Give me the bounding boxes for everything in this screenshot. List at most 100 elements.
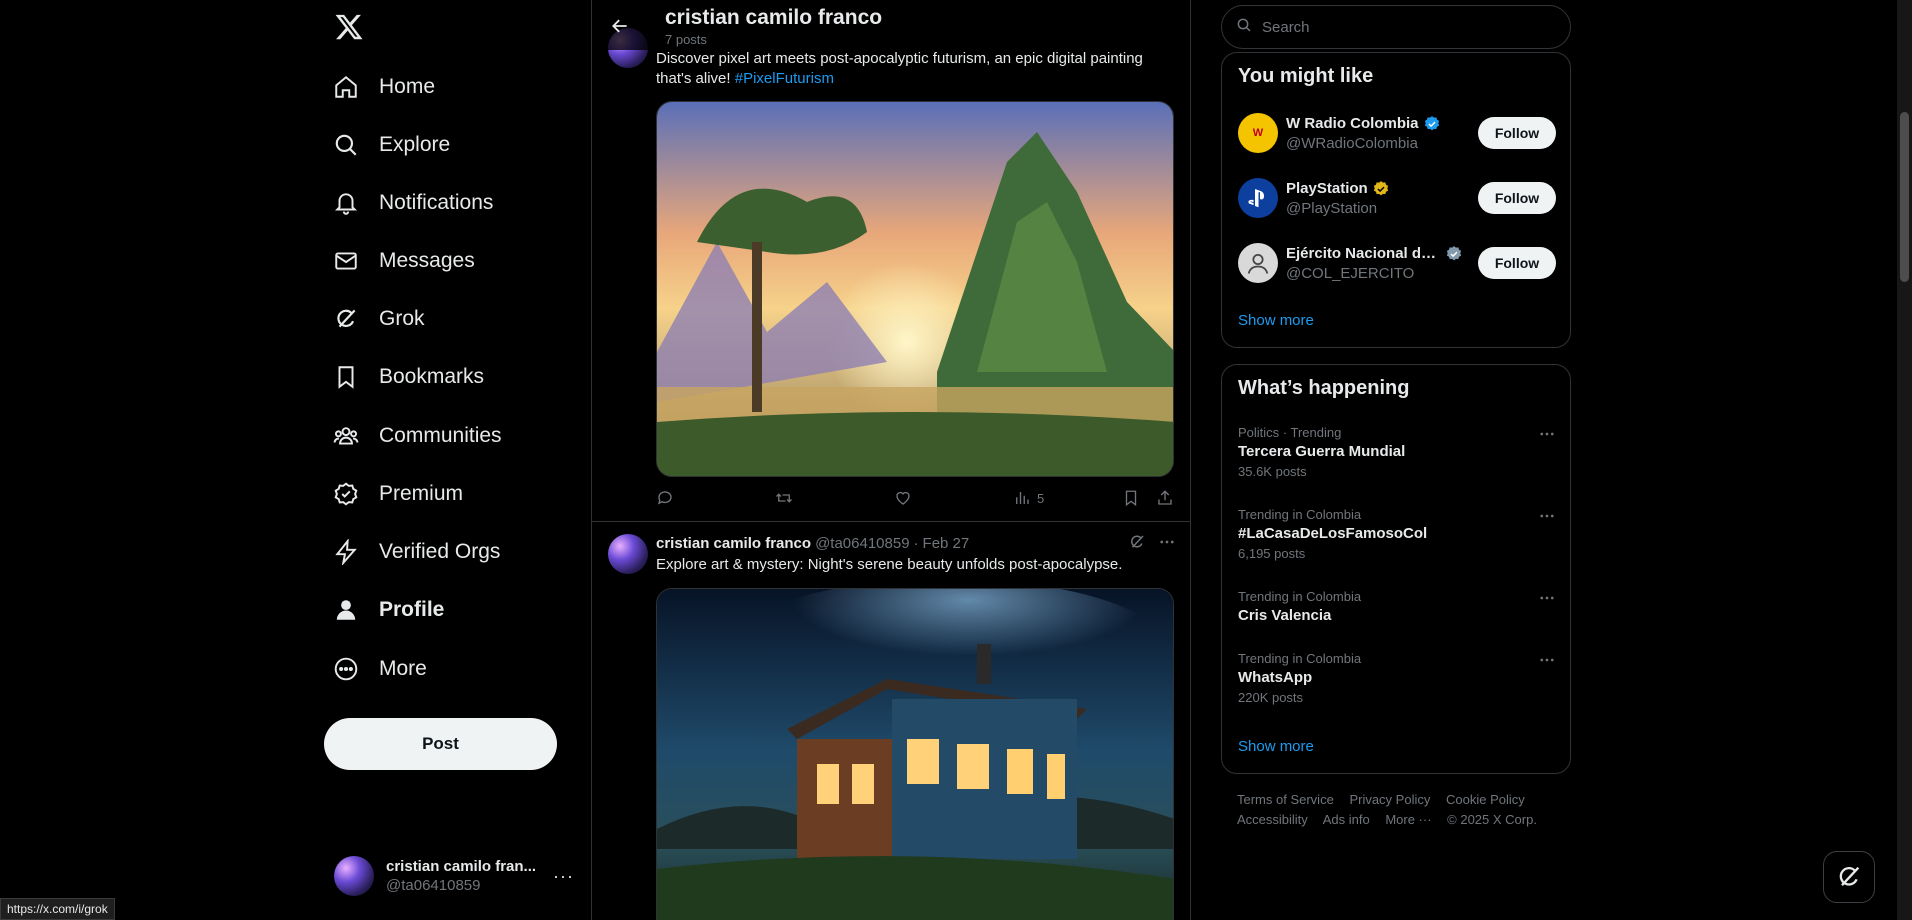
- show-more-link[interactable]: Show more: [1238, 738, 1314, 755]
- mail-icon: [332, 247, 360, 275]
- right-sidebar: You might like W W Radio Colombia @WRadi…: [1221, 0, 1571, 920]
- tweet-image[interactable]: [656, 588, 1174, 920]
- avatar: [334, 856, 374, 896]
- account-info: cristian camilo fran... @ta06410859: [386, 858, 545, 894]
- search-box[interactable]: [1221, 5, 1571, 49]
- more-dots-icon[interactable]: ···: [553, 866, 574, 887]
- nav-item-messages[interactable]: Messages: [332, 237, 475, 285]
- trend-item[interactable]: Trending in Colombia Cris Valencia: [1238, 589, 1556, 624]
- nav-label: Grok: [379, 307, 425, 330]
- bookmark-icon[interactable]: [1122, 489, 1140, 507]
- separator: ·: [913, 534, 919, 552]
- back-arrow-icon[interactable]: [606, 12, 634, 40]
- scrollbar[interactable]: [1897, 0, 1912, 920]
- trend-name: Tercera Guerra Mundial: [1238, 443, 1406, 460]
- grok-icon: [1839, 866, 1860, 886]
- search-icon: [332, 131, 360, 159]
- more-dots-icon[interactable]: [1538, 651, 1556, 672]
- trend-item[interactable]: Trending in Colombia #LaCasaDeLosFamosoC…: [1238, 507, 1556, 561]
- trend-item[interactable]: Politics · Trending Tercera Guerra Mundi…: [1238, 425, 1556, 479]
- verified-badge-icon: [1373, 180, 1388, 195]
- nav-label: Verified Orgs: [379, 540, 501, 563]
- nav-item-premium[interactable]: Premium: [332, 470, 463, 518]
- verified-badge-icon: [1446, 245, 1462, 260]
- more-dots-icon[interactable]: [1538, 589, 1556, 610]
- footer-link[interactable]: Ads info: [1323, 812, 1370, 827]
- follow-suggestion[interactable]: Ejército Nacional de... @COL_EJERCITO Fo…: [1238, 239, 1556, 287]
- nav-item-grok[interactable]: Grok: [332, 295, 425, 343]
- nav-item-notifications[interactable]: Notifications: [332, 179, 493, 227]
- views-button[interactable]: 5: [1013, 489, 1044, 507]
- nav-item-home[interactable]: Home: [332, 63, 435, 111]
- footer-link[interactable]: More ···: [1385, 812, 1431, 827]
- left-nav: Home Explore Notifications Messages Grok: [320, 0, 590, 920]
- nav-item-communities[interactable]: Communities: [332, 412, 502, 460]
- playstation-logo-icon: [1238, 178, 1278, 218]
- avatar[interactable]: [608, 534, 648, 574]
- app-root: Home Explore Notifications Messages Grok: [0, 0, 1912, 920]
- trend-name: Cris Valencia: [1238, 607, 1332, 624]
- footer-links: Terms of Service Privacy Policy Cookie P…: [1237, 790, 1567, 830]
- trend-context: Politics · Trending: [1238, 425, 1342, 440]
- suggestion-handle: @PlayStation: [1286, 199, 1378, 217]
- nav-item-profile[interactable]: Profile: [332, 586, 444, 634]
- nav-item-bookmarks[interactable]: Bookmarks: [332, 353, 484, 401]
- like-icon[interactable]: [894, 489, 912, 507]
- nav-label: Messages: [379, 249, 475, 272]
- tweet[interactable]: cristian camilo franco @ta06410859 · Feb…: [592, 533, 1190, 920]
- follow-button[interactable]: Follow: [1478, 117, 1556, 149]
- repost-icon[interactable]: [775, 489, 793, 507]
- follow-button[interactable]: Follow: [1478, 247, 1556, 279]
- follow-button[interactable]: Follow: [1478, 182, 1556, 214]
- footer-link[interactable]: Privacy Policy: [1349, 792, 1430, 807]
- footer-link[interactable]: Accessibility: [1237, 812, 1308, 827]
- lightning-icon: [332, 538, 360, 566]
- tweet-actions: 5: [656, 489, 1176, 509]
- reply-icon[interactable]: [656, 489, 674, 507]
- show-more-link[interactable]: Show more: [1238, 312, 1314, 329]
- divider: [592, 521, 1190, 522]
- bell-icon: [332, 189, 360, 217]
- hashtag-link[interactable]: #PixelFuturism: [735, 70, 834, 87]
- follow-suggestion[interactable]: PlayStation @PlayStation Follow: [1238, 174, 1556, 222]
- nav-item-explore[interactable]: Explore: [332, 121, 450, 169]
- post-button[interactable]: Post: [324, 718, 557, 770]
- avatar: W: [1238, 113, 1278, 153]
- trend-item[interactable]: Trending in Colombia WhatsApp 220K posts: [1238, 651, 1556, 705]
- more-dots-icon[interactable]: [1538, 507, 1556, 528]
- footer-link[interactable]: Terms of Service: [1237, 792, 1334, 807]
- author-handle[interactable]: @ta06410859: [815, 535, 909, 552]
- nav-label: Profile: [379, 598, 445, 621]
- author-name[interactable]: cristian camilo franco: [656, 535, 811, 552]
- nav-item-more[interactable]: More: [332, 645, 427, 693]
- tweet-header: cristian camilo franco @ta06410859 · Feb…: [656, 533, 969, 553]
- account-switcher[interactable]: cristian camilo fran... @ta06410859 ···: [334, 854, 574, 898]
- suggestion-handle: @WRadioColombia: [1286, 134, 1418, 152]
- verified-badge-icon: [1424, 115, 1439, 130]
- home-icon: [332, 73, 360, 101]
- page-title: cristian camilo franco: [665, 6, 883, 29]
- more-dots-icon[interactable]: [1538, 425, 1556, 446]
- premium-icon: [332, 480, 360, 508]
- footer-link[interactable]: Cookie Policy: [1446, 792, 1525, 807]
- nav-label: Explore: [379, 133, 451, 156]
- panel-title: You might like: [1238, 65, 1374, 87]
- suggestion-name: PlayStation: [1286, 180, 1368, 197]
- search-input[interactable]: [1262, 18, 1542, 36]
- more-dots-icon[interactable]: [1158, 533, 1176, 556]
- scrollbar-thumb[interactable]: [1900, 112, 1909, 282]
- status-bar-url: https://x.com/i/grok: [0, 898, 115, 920]
- share-icon[interactable]: [1156, 489, 1174, 507]
- suggestion-info: Ejército Nacional de... @COL_EJERCITO: [1286, 245, 1471, 282]
- follow-suggestion[interactable]: W W Radio Colombia @WRadioColombia Follo…: [1238, 109, 1556, 157]
- grok-icon[interactable]: [1128, 533, 1146, 556]
- grok-chat-button[interactable]: [1823, 851, 1875, 903]
- x-logo-icon[interactable]: [334, 12, 364, 42]
- tweet[interactable]: Discover pixel art meets post-apocalypti…: [592, 0, 1190, 520]
- tweet-text: Discover pixel art meets post-apocalypti…: [656, 49, 1176, 89]
- tweet-image[interactable]: [656, 101, 1174, 477]
- tweet-body: Discover pixel art meets post-apocalypti…: [656, 50, 1143, 87]
- nav-item-verified-orgs[interactable]: Verified Orgs: [332, 528, 500, 576]
- tweet-date[interactable]: Feb 27: [923, 535, 970, 552]
- account-name: cristian camilo fran...: [386, 858, 537, 875]
